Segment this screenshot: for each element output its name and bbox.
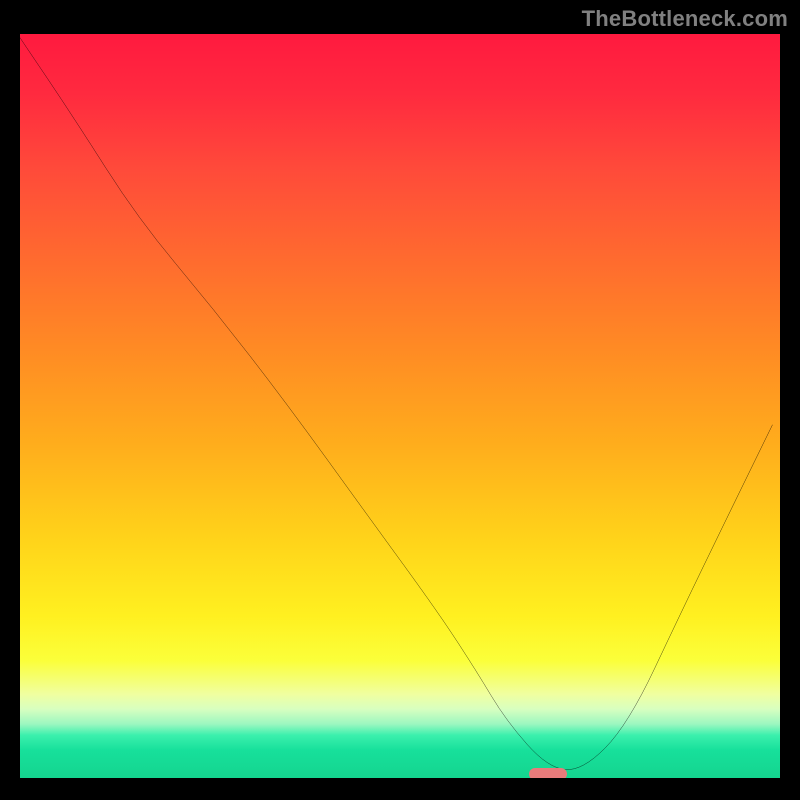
plot-area: [20, 34, 780, 780]
chart-canvas: TheBottleneck.com: [0, 0, 800, 800]
x-axis-baseline: [20, 778, 780, 780]
heat-gradient-background: [20, 34, 780, 780]
attribution-text: TheBottleneck.com: [582, 6, 788, 32]
